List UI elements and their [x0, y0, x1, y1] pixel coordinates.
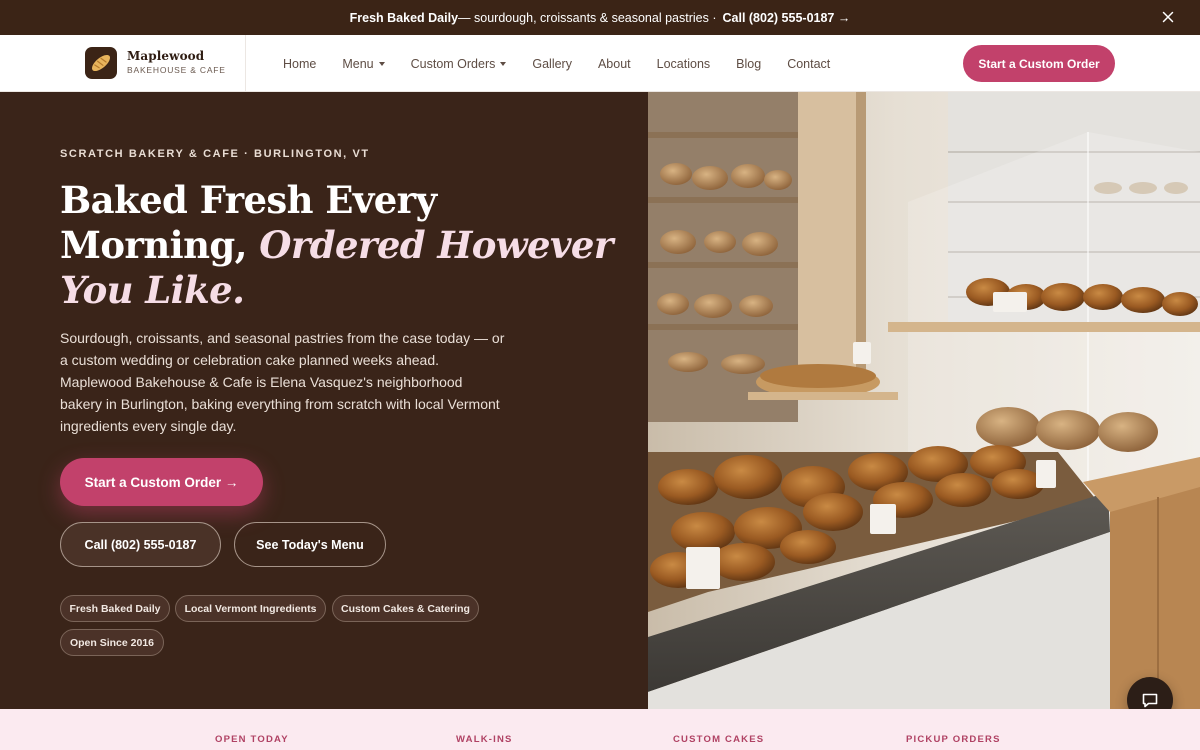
nav-blog[interactable]: Blog [736, 57, 761, 71]
headline-accent-2: You Like. [60, 268, 245, 312]
nav-contact[interactable]: Contact [787, 57, 830, 71]
hero-section: SCRATCH BAKERY & CAFE · BURLINGTON, VT B… [0, 92, 648, 709]
info-label-pickup-orders: PICKUP ORDERS [906, 734, 1001, 745]
chevron-down-icon [378, 61, 385, 66]
hero-description: Sourdough, croissants, and seasonal past… [60, 330, 505, 434]
hero-start-custom-order-button[interactable]: Start a Custom Order → [60, 458, 263, 506]
chip-local-ingredients: Local Vermont Ingredients [175, 595, 326, 622]
nav-gallery[interactable]: Gallery [532, 57, 572, 71]
announcement-bar: Fresh Baked Daily — sourdough, croissant… [0, 0, 1200, 35]
nav-about[interactable]: About [598, 57, 631, 71]
headline-line-2: Morning, [60, 223, 260, 267]
logo[interactable]: Maplewood BAKEHOUSE & CAFE [127, 49, 226, 75]
nav-home[interactable]: Home [283, 57, 316, 71]
chat-bubble-icon [1142, 693, 1158, 708]
info-label-walk-ins: WALK-INS [456, 734, 513, 745]
logo-subtitle: BAKEHOUSE & CAFE [127, 65, 226, 75]
site-header: Maplewood BAKEHOUSE & CAFE Home Menu Cus… [0, 35, 1200, 92]
nav-custom-orders[interactable]: Custom Orders [411, 57, 507, 71]
headline-accent-1: Ordered However [259, 223, 613, 267]
nav-locations[interactable]: Locations [657, 57, 711, 71]
nav-menu[interactable]: Menu [342, 57, 385, 71]
logo-name: Maplewood [127, 49, 205, 63]
info-strip: OPEN TODAY WALK-INS CUSTOM CAKES PICKUP … [0, 709, 1200, 750]
announcement-phone-link[interactable]: Call (802) 555-0187 → [723, 11, 851, 25]
header-divider [245, 35, 246, 92]
headline-line-1: Baked Fresh Every [60, 178, 437, 222]
see-todays-menu-button[interactable]: See Today's Menu [234, 522, 386, 567]
info-label-open-today: OPEN TODAY [215, 734, 289, 745]
hero-headline: Baked Fresh Every Morning, Ordered Howev… [60, 178, 620, 313]
chip-custom-cakes: Custom Cakes & Catering [332, 595, 479, 622]
start-custom-order-button[interactable]: Start a Custom Order [963, 45, 1115, 82]
call-phone-button[interactable]: Call (802) 555-0187 [60, 522, 221, 567]
close-icon[interactable] [1160, 9, 1176, 25]
hero-eyebrow: SCRATCH BAKERY & CAFE · BURLINGTON, VT [60, 148, 370, 160]
info-label-custom-cakes: CUSTOM CAKES [673, 734, 765, 745]
main-nav: Home Menu Custom Orders Gallery About Lo… [270, 35, 843, 92]
announcement-bold: Fresh Baked Daily [349, 10, 459, 25]
hero-image [648, 92, 1200, 709]
announcement-text: — sourdough, croissants & seasonal pastr… [458, 10, 717, 25]
chip-open-since: Open Since 2016 [60, 629, 164, 656]
bread-icon[interactable] [85, 47, 117, 79]
chevron-down-icon [500, 61, 507, 66]
chip-fresh-baked: Fresh Baked Daily [60, 595, 170, 622]
